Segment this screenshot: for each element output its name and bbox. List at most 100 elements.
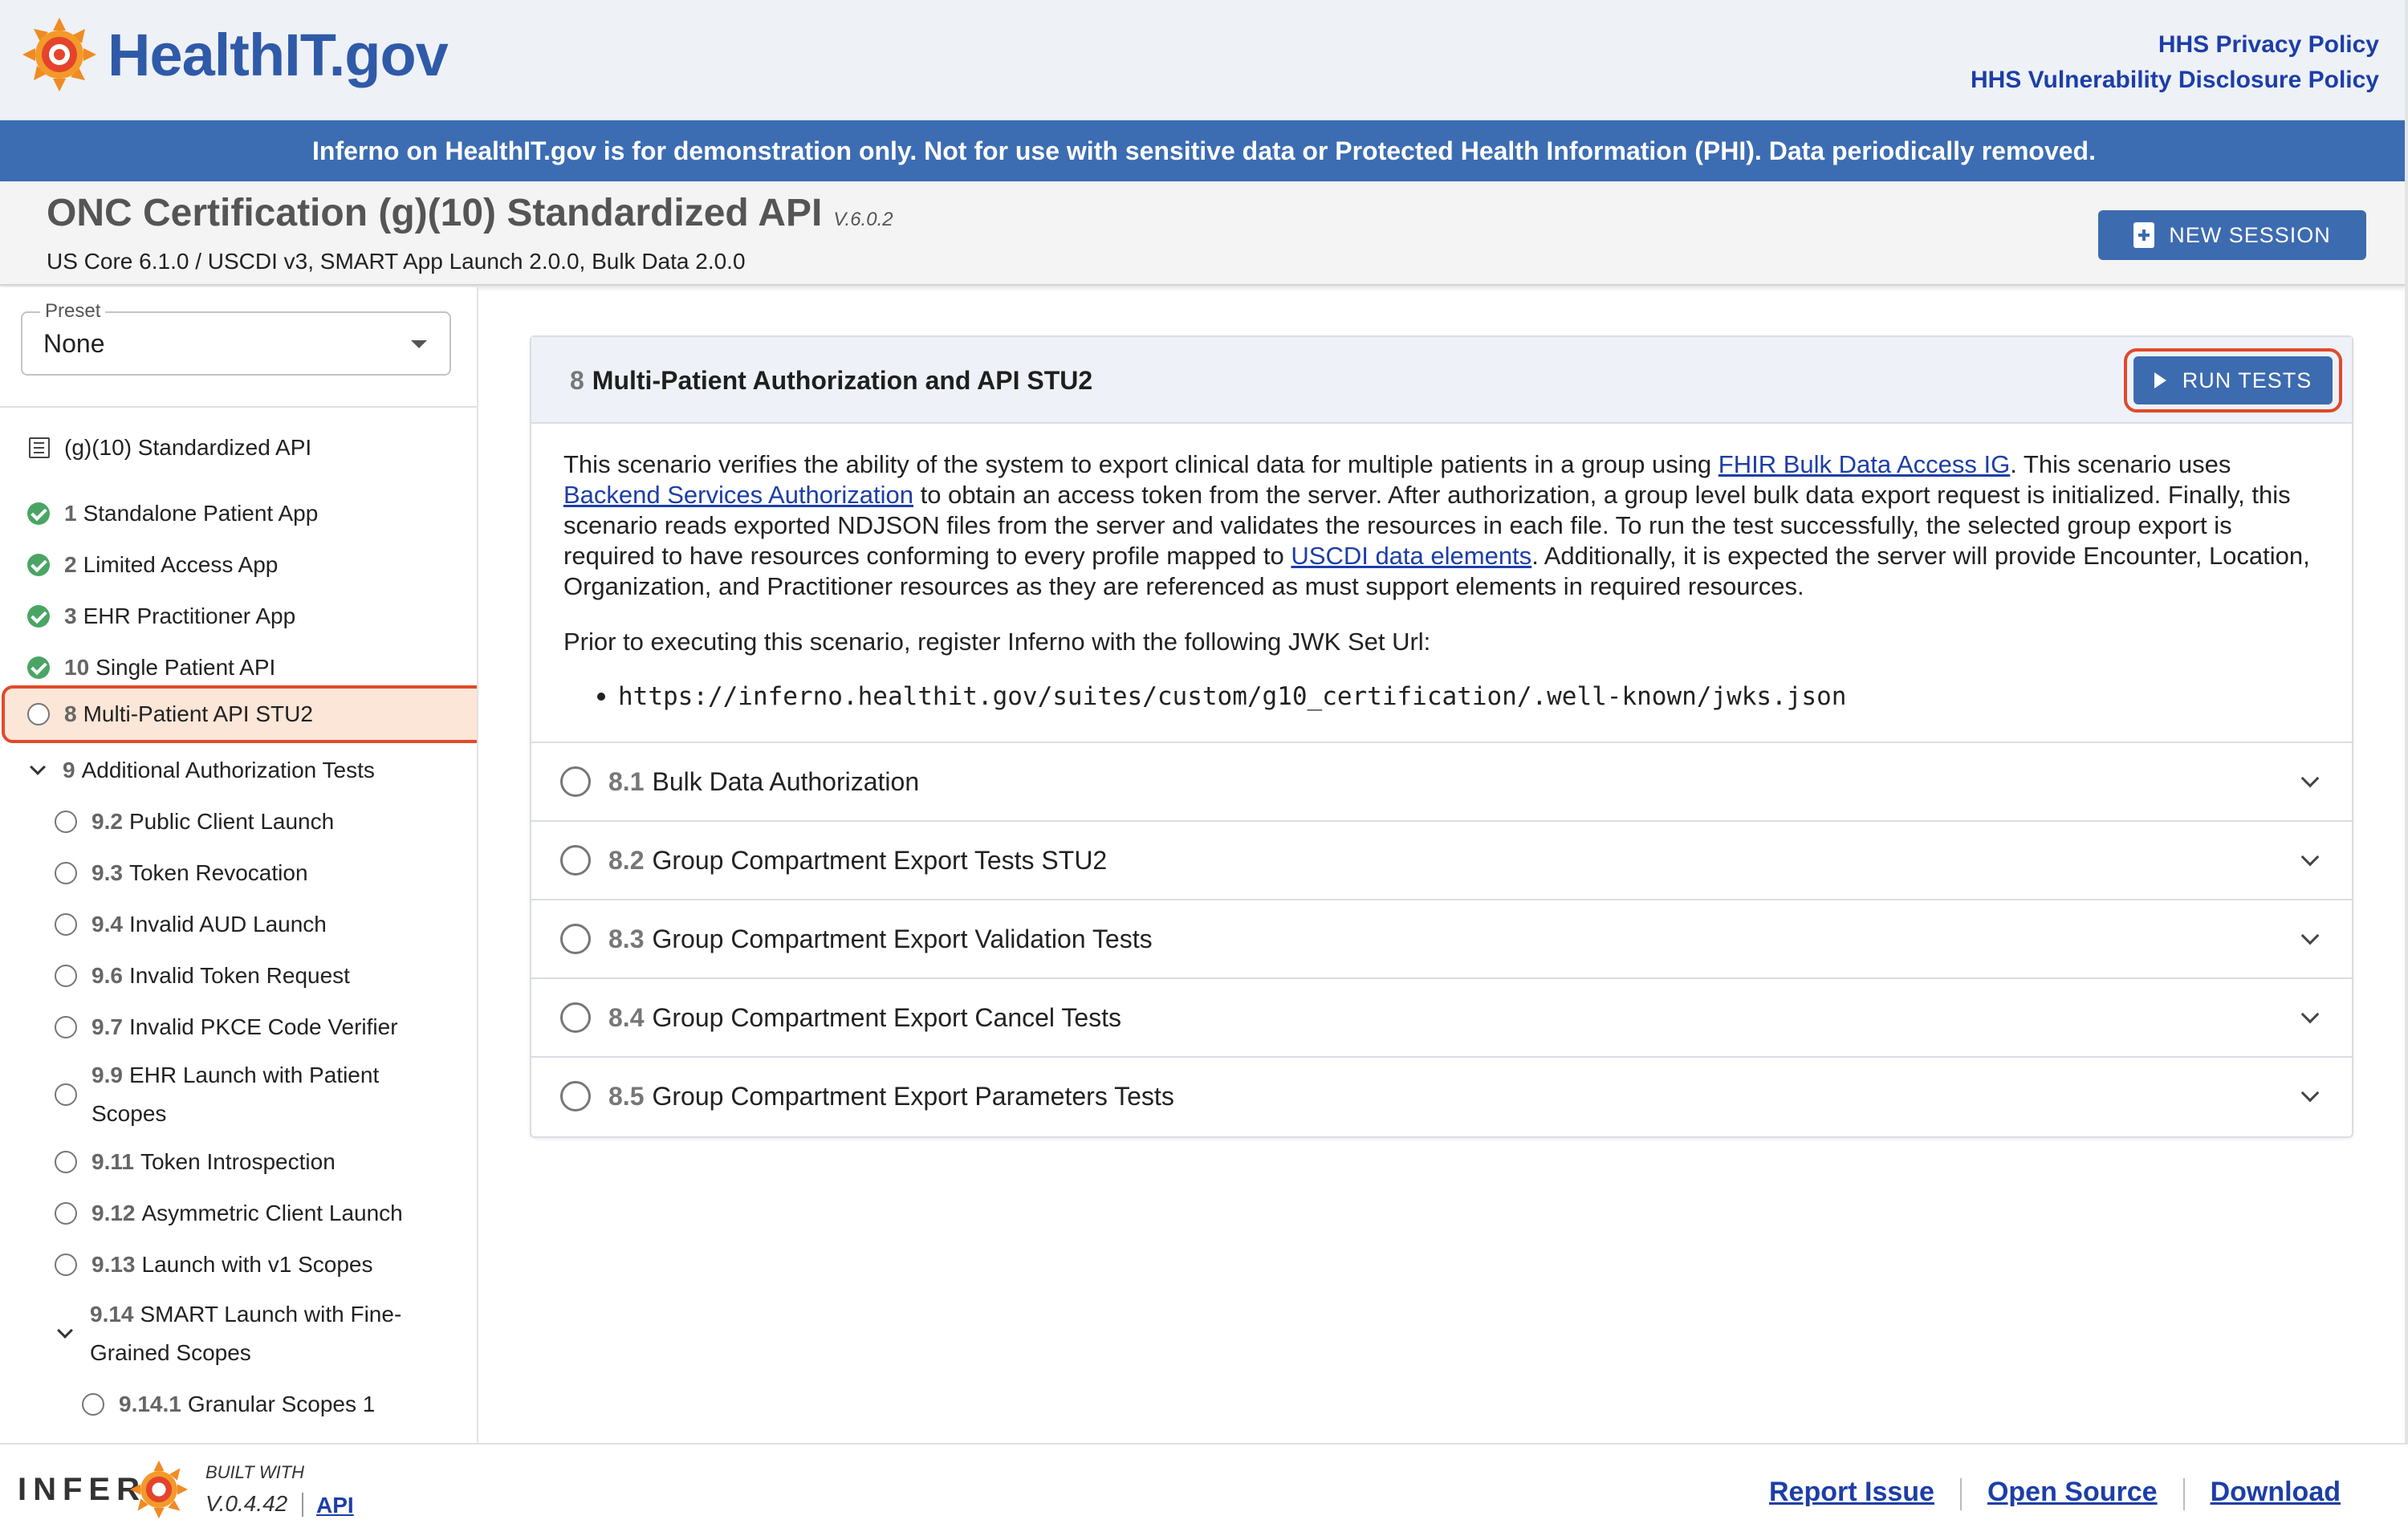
sidebar-item-num: 9.7 xyxy=(92,1014,123,1039)
group-title: 8 Multi-Patient Authorization and API STU… xyxy=(570,366,1092,396)
jwk-url: https://inferno.healthit.gov/suites/cust… xyxy=(618,682,1847,711)
pending-circle-icon xyxy=(82,1393,104,1416)
sidebar-item-label: Asymmetric Client Launch xyxy=(141,1201,403,1225)
sidebar-item-label: Additional Authorization Tests xyxy=(81,758,375,782)
sidebar-item-9-13[interactable]: 9.13 Launch with v1 Scopes xyxy=(0,1241,477,1289)
run-tests-label: RUN TESTS xyxy=(2182,368,2312,392)
suite-title: ONC Certification (g)(10) Standardized A… xyxy=(47,191,893,235)
sidebar-item-num: 9.6 xyxy=(92,963,123,988)
sidebar-item-label: Token Revocation xyxy=(128,860,308,885)
demo-banner: Inferno on HealthIT.gov is for demonstra… xyxy=(0,120,2408,181)
passed-check-icon xyxy=(27,554,50,576)
scrollbar-track[interactable] xyxy=(2405,0,2408,1443)
test-accordion-8-5[interactable]: 8.5 Group Compartment Export Parameters … xyxy=(531,1056,2352,1135)
sidebar-item-9-11[interactable]: 9.11 Token Introspection xyxy=(0,1138,477,1186)
chevron-down-icon[interactable] xyxy=(2300,926,2320,945)
jwk-intro: Prior to executing this scenario, regist… xyxy=(563,628,1431,656)
test-accordion-8-4[interactable]: 8.4 Group Compartment Export Cancel Test… xyxy=(531,977,2352,1056)
sidebar-item-9-6[interactable]: 9.6 Invalid Token Request xyxy=(0,952,477,1000)
preset-value: None xyxy=(43,329,105,358)
suite-version: V.6.0.2 xyxy=(833,209,893,230)
sidebar-item-9-2[interactable]: 9.2 Public Client Launch xyxy=(0,798,477,846)
sidebar-item-num: 9.4 xyxy=(92,912,123,937)
download-link[interactable]: Download xyxy=(2185,1477,2366,1510)
passed-check-icon xyxy=(27,502,50,525)
pending-circle-icon xyxy=(560,845,591,876)
sidebar-item-9-14[interactable]: 9.14 SMART Launch with Fine- Grained Scope… xyxy=(0,1294,477,1374)
pending-circle-icon xyxy=(55,1254,77,1276)
api-link[interactable]: API xyxy=(316,1493,354,1518)
divider xyxy=(0,406,477,408)
jwk-url-item: https://inferno.healthit.gov/suites/cust… xyxy=(597,682,1846,711)
chevron-down-icon[interactable] xyxy=(2300,1083,2320,1103)
chevron-down-icon[interactable] xyxy=(30,759,46,775)
sidebar-item-label: Multi-Patient API STU2 xyxy=(83,701,313,726)
new-session-label: NEW SESSION xyxy=(2169,222,2331,247)
passed-check-icon xyxy=(27,656,50,679)
sidebar-item-2[interactable]: 2 Limited Access App xyxy=(0,541,477,589)
group-number: 8 xyxy=(570,366,584,395)
test-sidebar: Preset None (g)(10) Standardized API 1 St… xyxy=(0,287,478,1443)
sidebar-item-root[interactable]: (g)(10) Standardized API xyxy=(0,425,477,470)
sidebar-item-1[interactable]: 1 Standalone Patient App xyxy=(0,490,477,538)
sidebar-item-label: (g)(10) Standardized API xyxy=(64,435,312,460)
sidebar-item-num: 2 xyxy=(64,552,77,577)
inferno-version: V.0.4.42 xyxy=(205,1491,288,1516)
sidebar-item-label: EHR Practitioner App xyxy=(83,603,296,628)
sidebar-item-label: SMART Launch with Fine- xyxy=(140,1302,402,1327)
chevron-down-icon[interactable] xyxy=(2300,1005,2320,1024)
test-label: Group Compartment Export Parameters Test… xyxy=(652,1081,1174,1111)
open-source-link[interactable]: Open Source xyxy=(1962,1477,2183,1510)
sidebar-item-label: Invalid Token Request xyxy=(128,963,350,988)
sidebar-item-9[interactable]: 9 Additional Authorization Tests xyxy=(0,746,477,794)
sidebar-item-9-3[interactable]: 9.3 Token Revocation xyxy=(0,849,477,897)
sidebar-item-label: Limited Access App xyxy=(83,552,279,577)
inferno-logo-icon xyxy=(129,1460,189,1519)
test-accordion-8-2[interactable]: 8.2 Group Compartment Export Tests STU2 xyxy=(531,820,2352,899)
passed-check-icon xyxy=(27,605,50,628)
pending-circle-icon xyxy=(55,811,77,833)
sidebar-item-num: 9.12 xyxy=(92,1201,136,1225)
sidebar-item-9-4[interactable]: 9.4 Invalid AUD Launch xyxy=(0,900,477,949)
footer: INFERN BUILT WITH V.0.4.42 API Report Is… xyxy=(0,1443,2408,1536)
hhs-privacy-policy-link[interactable]: HHS Privacy Policy xyxy=(1971,27,2379,63)
test-number: 8.3 xyxy=(608,924,645,953)
chevron-down-icon[interactable] xyxy=(2300,769,2320,788)
suite-header: ONC Certification (g)(10) Standardized A… xyxy=(0,181,2408,286)
sidebar-item-num: 9 xyxy=(63,758,75,782)
chevron-down-icon[interactable] xyxy=(57,1323,73,1339)
pending-circle-icon xyxy=(560,1081,591,1111)
uscdi-data-elements-link[interactable]: USCDI data elements xyxy=(1291,542,1531,570)
pending-circle-icon xyxy=(560,766,591,797)
hhs-vulnerability-policy-link[interactable]: HHS Vulnerability Disclosure Policy xyxy=(1971,63,2379,98)
run-tests-button[interactable]: RUN TESTS xyxy=(2133,356,2333,404)
suite-subtitle: US Core 6.1.0 / USCDI v3, SMART App Laun… xyxy=(47,249,746,274)
test-label: Bulk Data Authorization xyxy=(652,766,920,796)
pending-circle-icon xyxy=(560,1002,591,1033)
sidebar-item-9-9[interactable]: 9.9 EHR Launch with Patient Scopes xyxy=(0,1054,477,1135)
sidebar-item-num: 3 xyxy=(64,603,77,628)
pending-circle-icon xyxy=(55,965,77,987)
suite-title-text: ONC Certification (g)(10) Standardized A… xyxy=(47,192,823,234)
sidebar-item-num: 10 xyxy=(64,655,90,680)
preset-select[interactable]: Preset None xyxy=(21,300,451,376)
sidebar-item-9-12[interactable]: 9.12 Asymmetric Client Launch xyxy=(0,1189,477,1237)
site-logo-text[interactable]: HealthIT.gov xyxy=(108,21,449,89)
pending-circle-icon xyxy=(55,1016,77,1038)
new-session-button[interactable]: NEW SESSION xyxy=(2098,210,2366,260)
sidebar-item-10[interactable]: 10 Single Patient API xyxy=(0,644,477,692)
sidebar-item-9-7[interactable]: 9.7 Invalid PKCE Code Verifier xyxy=(0,1003,477,1051)
sidebar-item-8-selected[interactable]: 8 Multi-Patient API STU2 xyxy=(2,685,477,743)
backend-services-link[interactable]: Backend Services Authorization xyxy=(563,481,913,509)
pending-circle-icon xyxy=(27,703,50,725)
test-accordion-8-1[interactable]: 8.1 Bulk Data Authorization xyxy=(531,742,2352,820)
chevron-down-icon[interactable] xyxy=(2300,847,2320,867)
sidebar-item-9-14-1[interactable]: 9.14.1 Granular Scopes 1 xyxy=(0,1380,477,1428)
pending-circle-icon xyxy=(560,924,591,954)
report-issue-link[interactable]: Report Issue xyxy=(1743,1477,1960,1510)
fhir-bulk-data-link[interactable]: FHIR Bulk Data Access IG xyxy=(1719,450,2011,478)
test-group-panel: 8 Multi-Patient Authorization and API STU… xyxy=(530,335,2353,1138)
sidebar-item-3[interactable]: 3 EHR Practitioner App xyxy=(0,592,477,640)
test-accordion-8-3[interactable]: 8.3 Group Compartment Export Validation … xyxy=(531,899,2352,977)
sidebar-item-label: Standalone Patient App xyxy=(83,501,319,526)
